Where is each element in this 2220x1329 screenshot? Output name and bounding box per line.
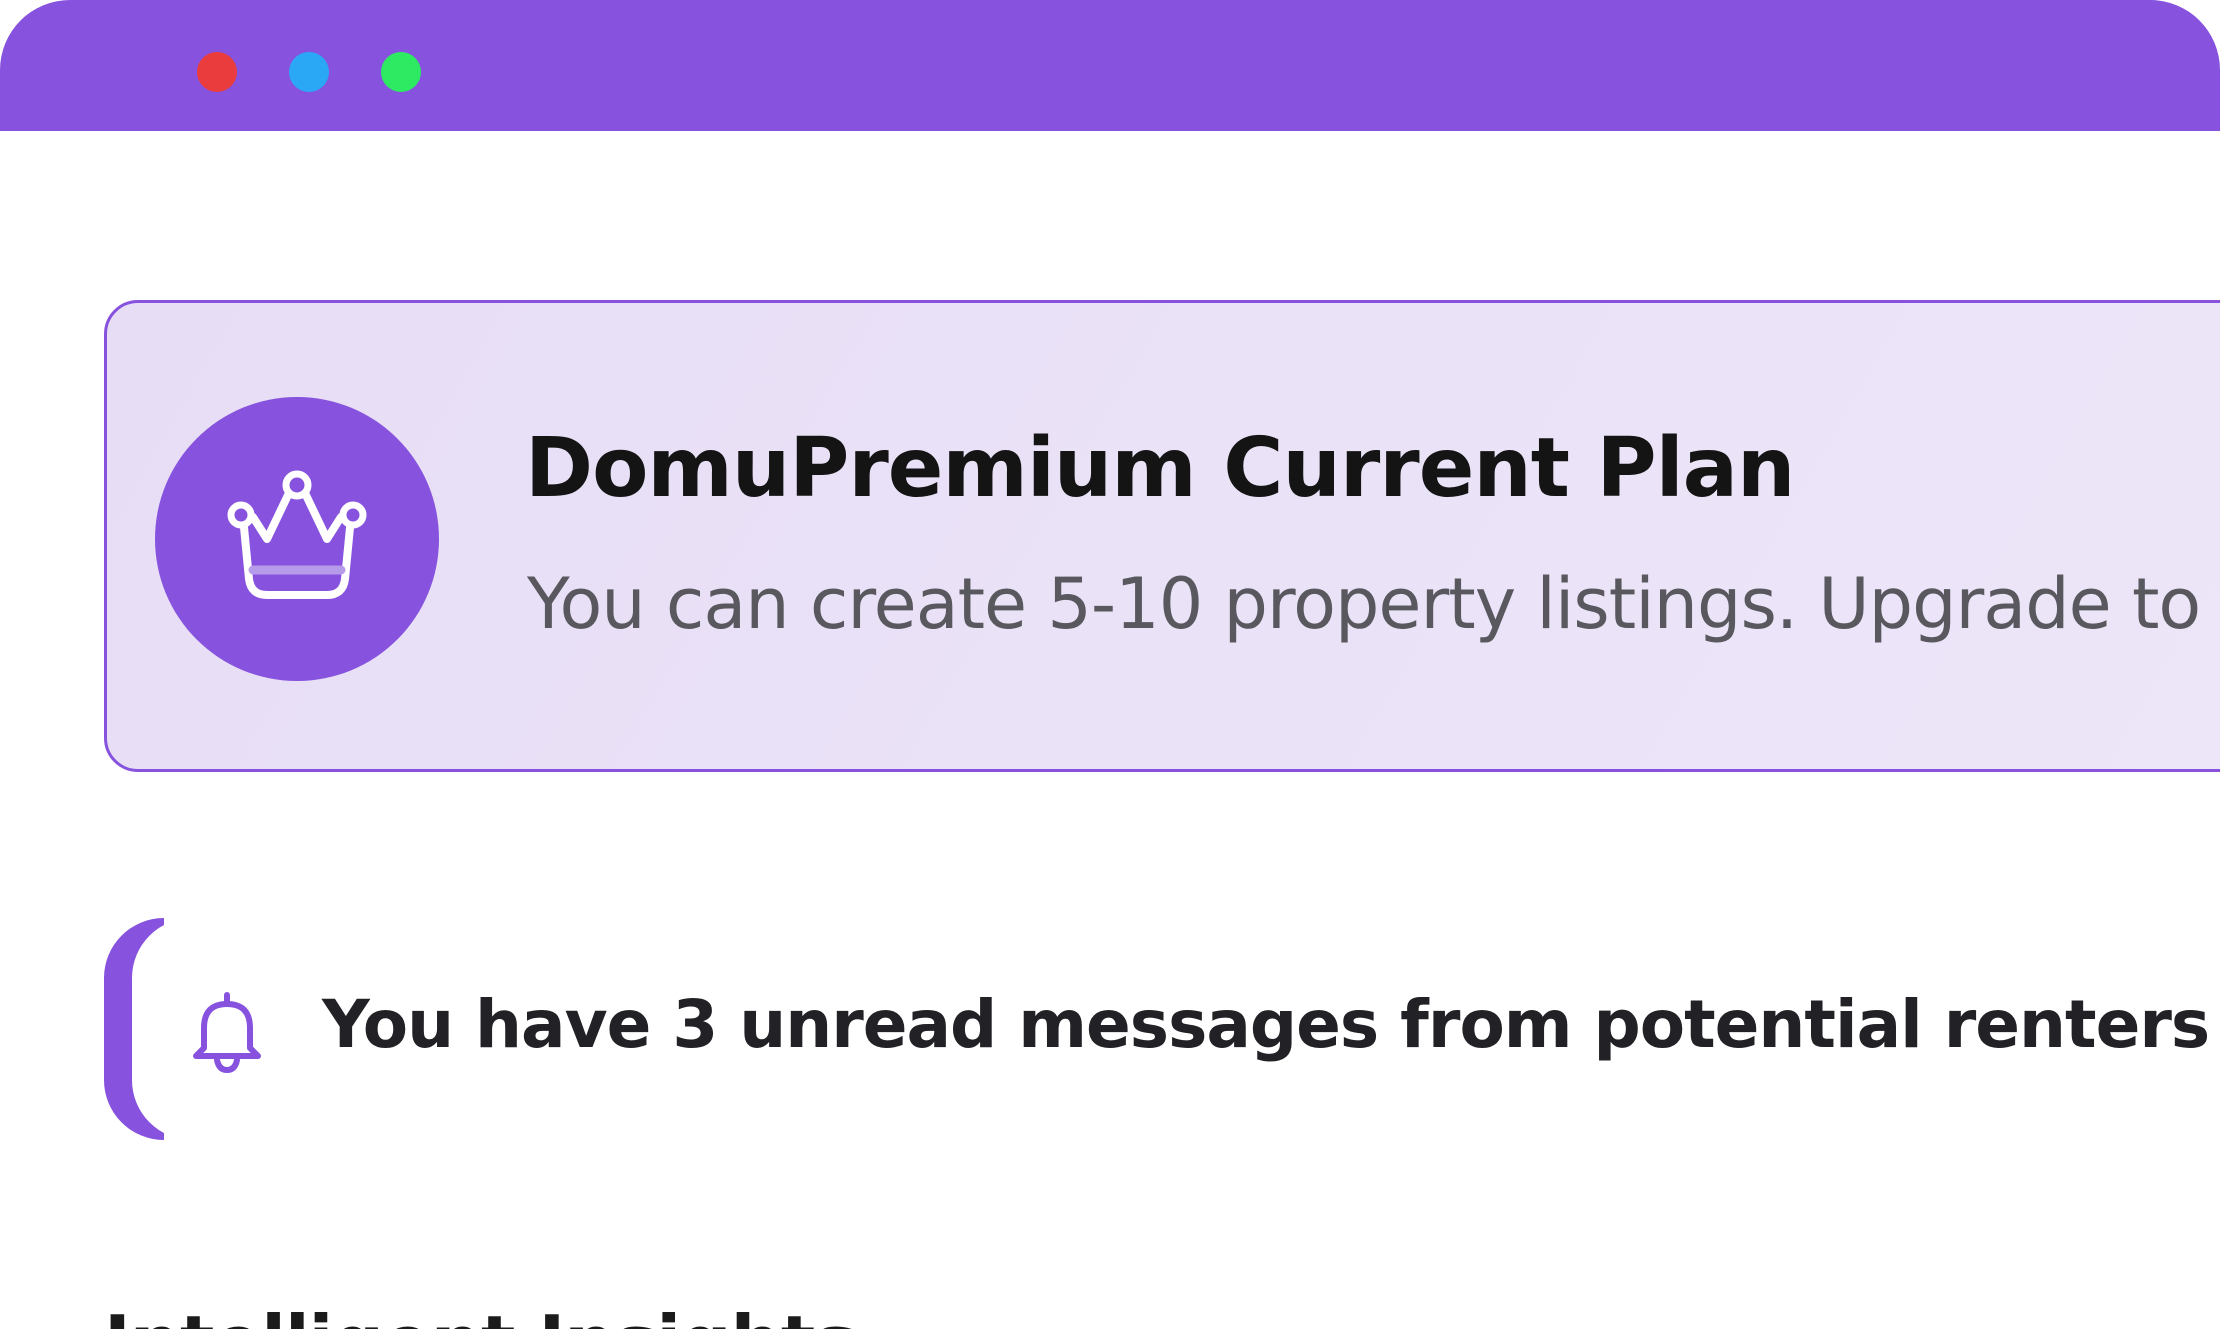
current-plan-card[interactable]: DomuPremium Current Plan You can create … [104, 300, 2220, 772]
bell-icon [193, 992, 261, 1074]
unread-messages-notice[interactable]: You have 3 unread messages from potentia… [104, 918, 2220, 1140]
maximize-window-button[interactable] [381, 52, 421, 92]
app-window: DomuPremium Current Plan You can create … [0, 0, 2220, 1329]
window-titlebar [0, 0, 2220, 131]
minimize-window-button[interactable] [289, 52, 329, 92]
notice-text: You have 3 unread messages from potentia… [322, 986, 2210, 1063]
plan-badge [155, 397, 439, 681]
section-heading: Intelligent Insights [104, 1300, 857, 1329]
section-heading-container: Intelligent Insights [104, 1300, 1004, 1329]
crown-icon [227, 470, 367, 599]
plan-title: DomuPremium Current Plan [525, 421, 1795, 516]
plan-description: You can create 5-10 property listings. U… [527, 563, 2220, 645]
close-window-button[interactable] [197, 52, 237, 92]
